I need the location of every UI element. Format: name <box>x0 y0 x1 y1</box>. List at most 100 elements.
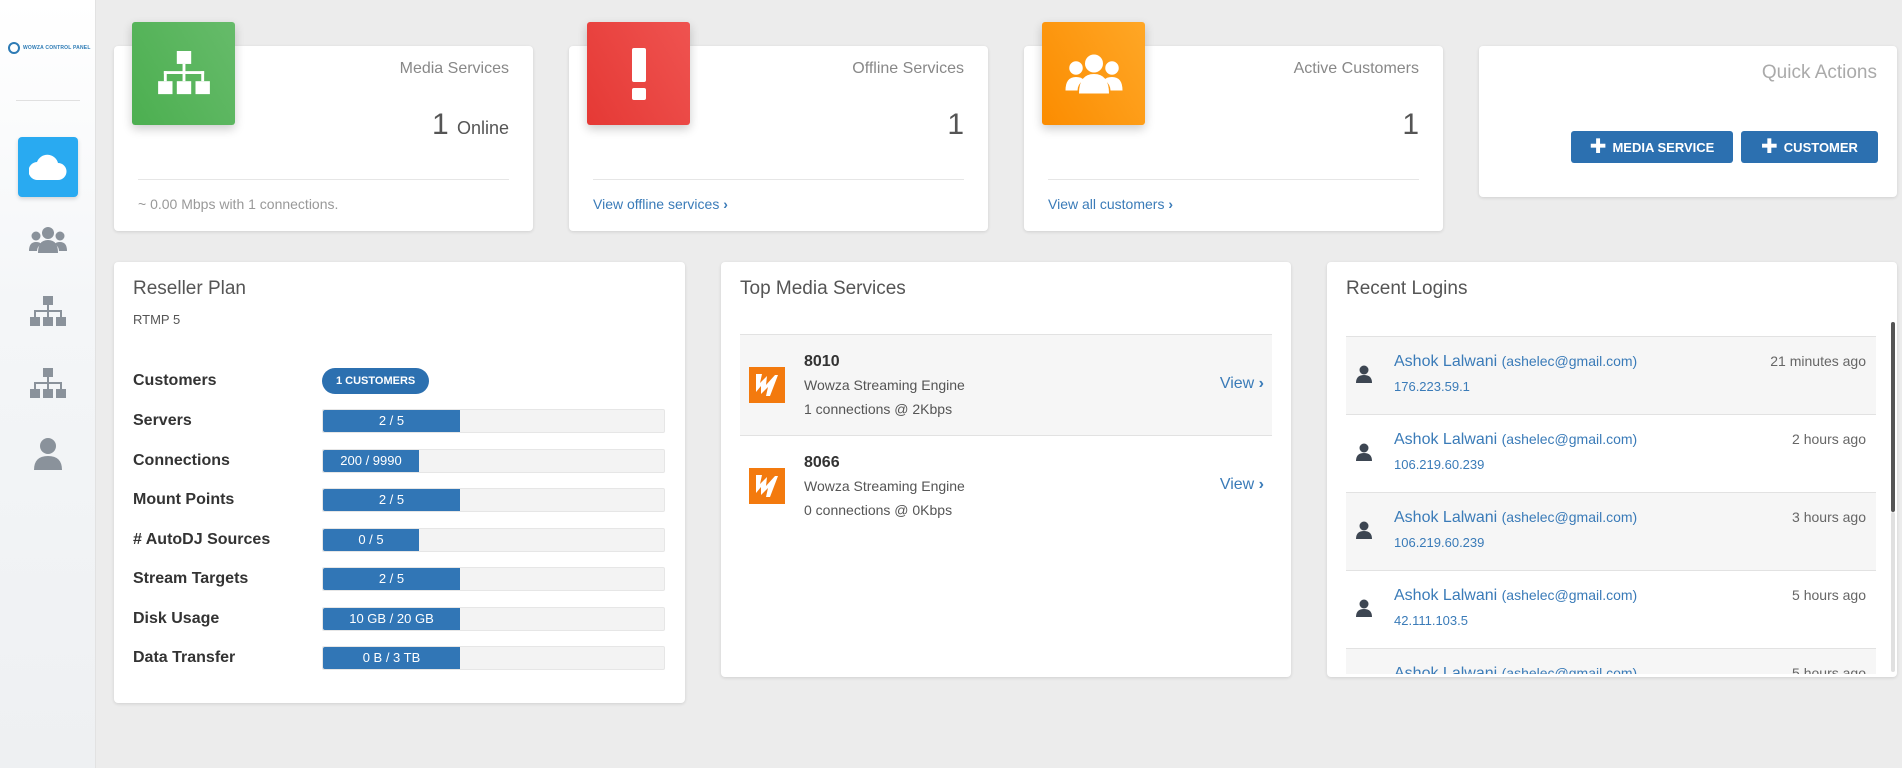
add-media-service-button[interactable]: ✚ MEDIA SERVICE <box>1571 131 1733 163</box>
plus-icon: ✚ <box>1761 136 1778 158</box>
login-row: Ashok Lalwani (ashelec@gmail.com) 106.219… <box>1346 414 1876 492</box>
login-time: 2 hours ago <box>1792 431 1866 447</box>
sidebar-item-customers[interactable] <box>18 210 78 270</box>
login-row: Ashok Lalwani (ashelec@gmail.com) 42.111.… <box>1346 570 1876 648</box>
customers-count-badge: 1 CUSTOMERS <box>322 368 430 394</box>
logo-text: WOWZA CONTROL PANEL <box>23 45 91 51</box>
media-services-count: 1 <box>431 108 449 141</box>
login-user-email: (ashelec@gmail.com) <box>1501 353 1638 369</box>
divider <box>593 179 964 180</box>
login-user-name: Ashok Lalwani <box>1394 587 1498 604</box>
usage-bar-text: 0 B / 3 TB <box>362 650 421 665</box>
login-time: 5 hours ago <box>1792 587 1866 603</box>
sidebar-item-services-2[interactable] <box>18 354 78 414</box>
view-all-customers-link[interactable]: View all customers › <box>1048 196 1173 212</box>
exclamation-icon <box>631 47 646 100</box>
offline-services-title: Offline Services <box>852 60 964 77</box>
usage-bar-text: 2 / 5 <box>378 571 405 586</box>
login-user-name: Ashok Lalwani <box>1394 665 1498 674</box>
login-ip-link[interactable]: 106.219.60.239 <box>1394 535 1484 550</box>
login-row: Ashok Lalwani (ashelec@gmail.com) 176.223… <box>1346 336 1876 414</box>
chevron-right-icon: › <box>723 196 728 212</box>
view-service-link[interactable]: View › <box>1220 375 1264 393</box>
view-offline-services-label: View offline services <box>593 196 720 212</box>
usage-bar-text: 0 / 5 <box>358 531 384 547</box>
scrollbar-track[interactable] <box>1891 512 1895 672</box>
view-offline-services-link[interactable]: View offline services › <box>593 196 728 212</box>
recent-logins-list[interactable]: Ashok Lalwani (ashelec@gmail.com) 176.223… <box>1346 336 1876 674</box>
recent-logins-title: Recent Logins <box>1346 278 1468 299</box>
add-media-service-label: MEDIA SERVICE <box>1612 139 1715 155</box>
view-service-link[interactable]: View › <box>1220 476 1264 494</box>
active-customers-title: Active Customers <box>1293 60 1419 77</box>
usage-bar: 0 / 5 <box>322 527 665 552</box>
plan-row: Servers 2 / 5 <box>133 408 667 434</box>
divider <box>138 179 509 180</box>
wowza-logo-icon <box>749 367 785 403</box>
login-ip-link[interactable]: 42.111.103.5 <box>1394 613 1468 628</box>
service-name: 8066 <box>804 454 840 471</box>
media-services-suffix: Online <box>456 118 509 138</box>
login-user-name: Ashok Lalwani <box>1394 431 1498 448</box>
plan-label: Data Transfer <box>133 649 236 666</box>
users-icon <box>29 227 67 253</box>
media-services-footer: ~ 0.00 Mbps with 1 connections. <box>138 196 339 212</box>
login-ip-link[interactable]: 176.223.59.1 <box>1394 379 1470 394</box>
plan-label: Disk Usage <box>133 609 220 627</box>
user-icon <box>1356 599 1372 622</box>
usage-bar: 2 / 5 <box>322 409 665 433</box>
sidebar-item-profile[interactable] <box>18 424 78 484</box>
login-user-link[interactable]: Ashok Lalwani (ashelec@gmail.com) <box>1394 587 1637 605</box>
plan-label: Servers <box>133 412 192 429</box>
login-user-link[interactable]: Ashok Lalwani (ashelec@gmail.com) <box>1394 353 1637 371</box>
login-user-name: Ashok Lalwani <box>1394 353 1498 370</box>
usage-bar-text: 10 GB / 20 GB <box>349 610 434 626</box>
service-name: 8010 <box>804 353 840 370</box>
top-media-services-card: Top Media Services 8010 Wowza Streaming E… <box>721 262 1291 677</box>
add-customer-button[interactable]: ✚ CUSTOMER <box>1741 131 1878 163</box>
login-ip-link[interactable]: 106.219.60.239 <box>1394 457 1484 472</box>
plan-label: # AutoDJ Sources <box>133 530 271 548</box>
service-type: Wowza Streaming Engine <box>804 377 965 393</box>
login-row: Ashok Lalwani (ashelec@gmail.com) 5 hours… <box>1346 648 1876 674</box>
media-services-value: 1 Online <box>432 108 509 142</box>
usage-bar: 200 / 9990 <box>322 448 665 473</box>
active-customers-value: 1 <box>1402 108 1419 141</box>
plan-label: Stream Targets <box>133 570 249 587</box>
offline-services-card: Offline Services 1 View offline services… <box>569 22 988 231</box>
cloud-icon <box>29 154 67 180</box>
service-type: Wowza Streaming Engine <box>804 478 965 494</box>
user-icon <box>34 438 62 470</box>
user-icon <box>1356 521 1372 544</box>
login-user-link[interactable]: Ashok Lalwani (ashelec@gmail.com) <box>1394 431 1637 449</box>
sidebar-item-cloud[interactable] <box>18 137 78 197</box>
media-services-card: Media Services 1 Online ~ 0.00 Mbps with… <box>114 22 533 231</box>
quick-actions-card: Quick Actions ✚ MEDIA SERVICE ✚ CUSTOMER <box>1479 46 1897 197</box>
login-user-email: (ashelec@gmail.com) <box>1501 665 1638 674</box>
usage-bar: 0 B / 3 TB <box>322 646 665 670</box>
login-user-link[interactable]: Ashok Lalwani (ashelec@gmail.com) <box>1394 665 1637 674</box>
sitemap-icon <box>30 296 66 326</box>
plan-row: Stream Targets 2 / 5 <box>133 566 667 592</box>
recent-logins-card: Recent Logins Ashok Lalwani (ashelec@gma… <box>1327 262 1897 677</box>
plan-row: Mount Points 2 / 5 <box>133 487 667 513</box>
plan-label: Customers <box>133 372 217 389</box>
scrollbar-thumb[interactable] <box>1891 322 1895 512</box>
media-service-row: 8066 Wowza Streaming Engine 0 connections … <box>740 435 1272 536</box>
sidebar-item-media-services[interactable] <box>18 282 78 342</box>
chevron-right-icon: › <box>1258 375 1264 392</box>
login-user-name: Ashok Lalwani <box>1394 509 1498 526</box>
logo-mark-icon <box>8 42 20 54</box>
view-label: View <box>1219 476 1255 493</box>
sitemap-icon <box>30 368 66 398</box>
view-all-customers-label: View all customers <box>1048 196 1165 212</box>
sidebar: WOWZA CONTROL PANEL <box>0 0 96 768</box>
user-icon <box>1356 443 1372 466</box>
offline-services-value: 1 <box>947 108 964 141</box>
login-user-link[interactable]: Ashok Lalwani (ashelec@gmail.com) <box>1394 509 1637 527</box>
users-icon <box>1065 54 1122 93</box>
active-customers-icon-box <box>1042 22 1145 125</box>
login-time: 5 hours ago <box>1792 665 1866 674</box>
brand-logo[interactable]: WOWZA CONTROL PANEL <box>8 42 91 54</box>
reseller-plan-card: Reseller Plan RTMP 5 Customers 1 CUSTOME… <box>114 262 685 703</box>
